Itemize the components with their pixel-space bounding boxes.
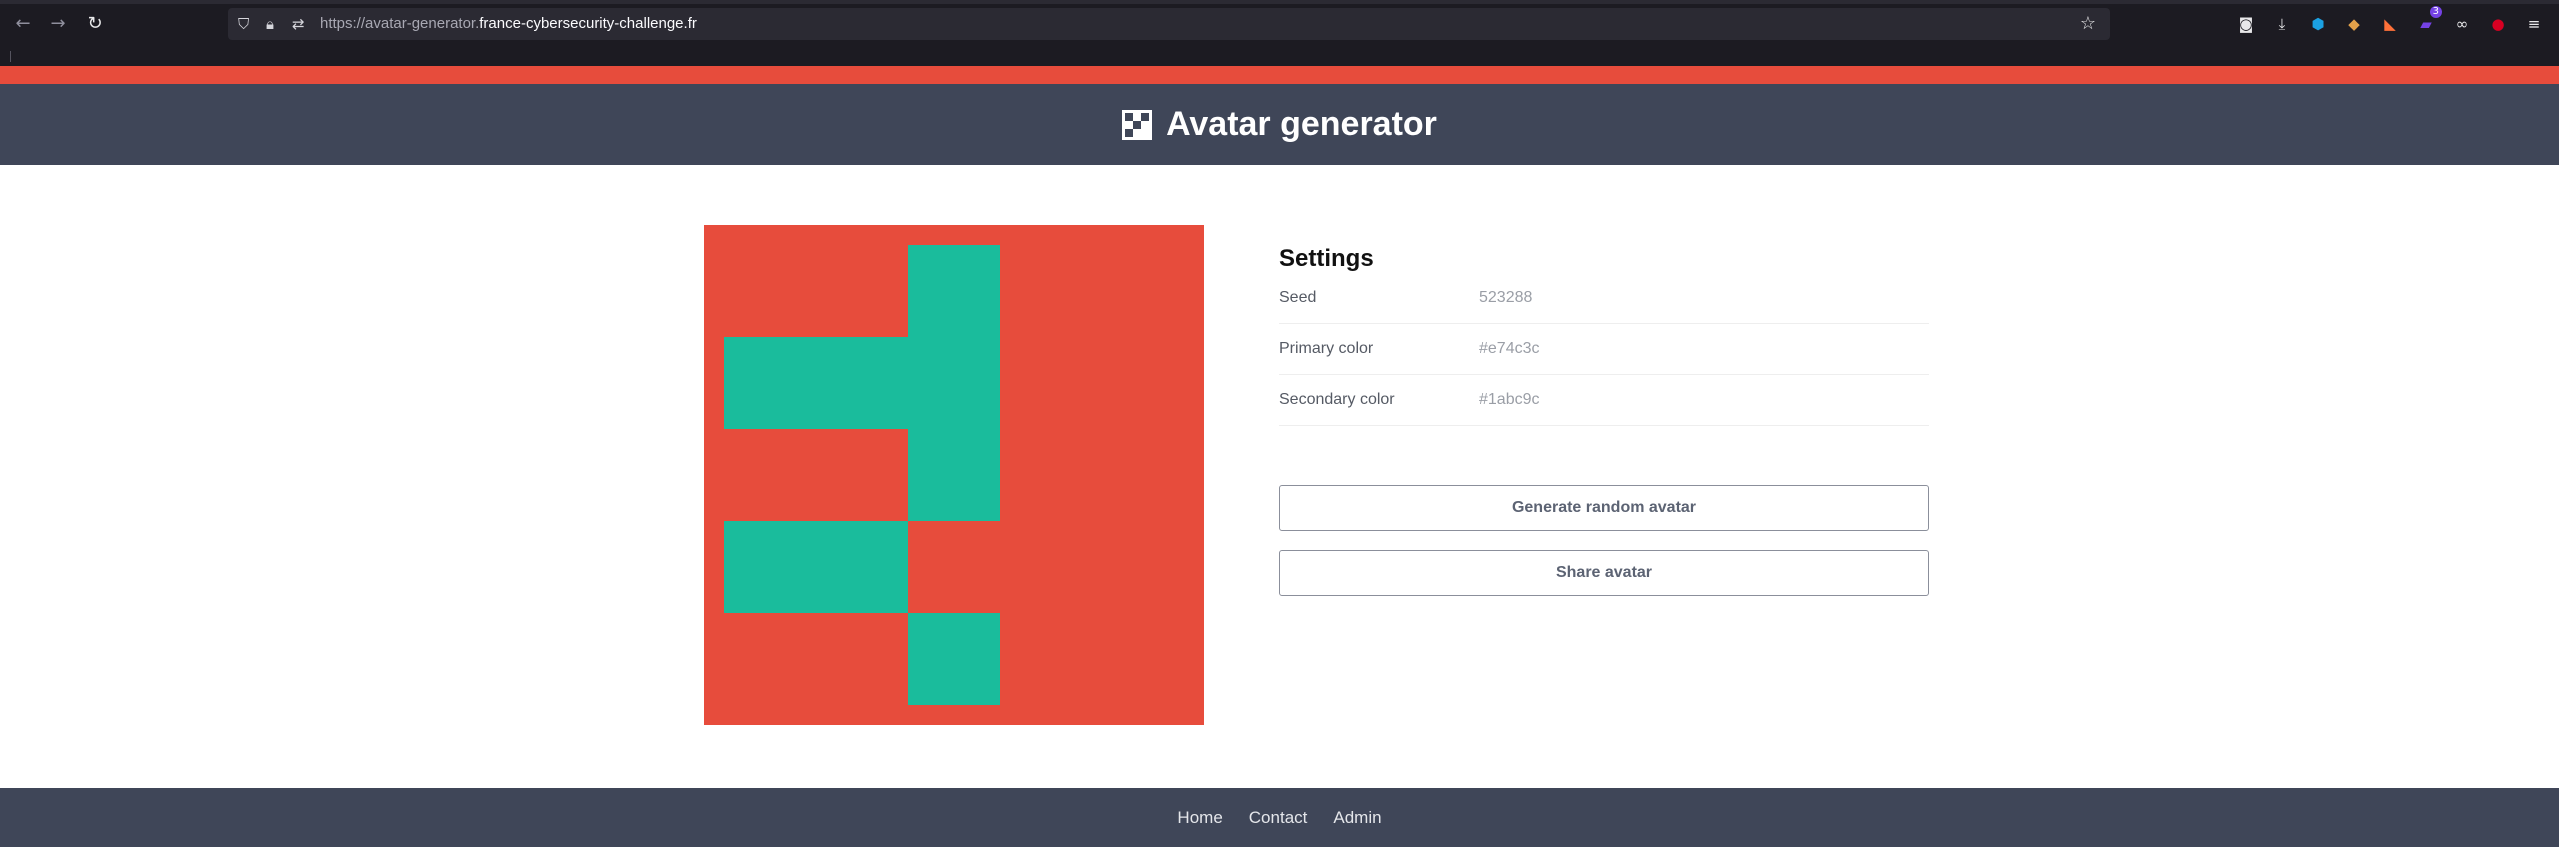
back-icon[interactable]: ←: [12, 13, 34, 35]
forward-icon[interactable]: →: [47, 13, 69, 35]
permissions-icon[interactable]: ⇄: [292, 8, 305, 40]
url-prefix: https://avatar-generator.: [320, 15, 480, 32]
page-title: Avatar generator: [1166, 105, 1437, 143]
extension-drop-icon[interactable]: ●: [2488, 14, 2508, 34]
avatar-logo-icon: [1122, 109, 1153, 140]
avatar-image: [704, 225, 1204, 725]
extension-glasses-icon[interactable]: ∞: [2452, 14, 2472, 34]
address-bar[interactable]: ⛉ 🔒︎ ⇄ https://avatar-generator.france-c…: [228, 8, 2110, 40]
secondary-color-label: Secondary color: [1279, 391, 1395, 408]
url-text[interactable]: https://avatar-generator.france-cybersec…: [320, 8, 697, 40]
extension-cookie-icon[interactable]: ◆: [2344, 14, 2364, 34]
secondary-color-value: #1abc9c: [1479, 391, 1540, 408]
avatar-cell: [816, 521, 908, 613]
tab-strip: [0, 0, 2559, 4]
url-domain: france-cybersecurity-challenge.fr: [479, 15, 697, 32]
bookmarks-separator: [10, 51, 11, 62]
seed-label: Seed: [1279, 289, 1317, 306]
shield-icon[interactable]: ⛉: [238, 8, 249, 40]
footer-link-home[interactable]: Home: [1177, 808, 1222, 828]
settings-row-primary-color: Primary color #e74c3c: [1279, 324, 1929, 375]
menu-icon[interactable]: ≡: [2524, 14, 2544, 34]
generate-random-avatar-button[interactable]: Generate random avatar: [1279, 485, 1929, 531]
pocket-icon[interactable]: ◙: [2236, 14, 2256, 34]
browser-toolbar: ← → ↻ ⛉ 🔒︎ ⇄ https://avatar-generator.fr…: [0, 0, 2559, 48]
extension-hexagon-icon[interactable]: ⬢: [2308, 14, 2328, 34]
bookmark-star-icon[interactable]: ☆: [2080, 8, 2096, 40]
settings-row-secondary-color: Secondary color #1abc9c: [1279, 375, 1929, 426]
download-icon[interactable]: ⤓: [2272, 14, 2292, 34]
avatar-cell: [724, 521, 816, 613]
extension-fox-icon[interactable]: ◣: [2380, 14, 2400, 34]
extension-count-badge: 3: [2429, 6, 2442, 18]
settings-row-seed: Seed 523288: [1279, 273, 1929, 324]
share-avatar-button[interactable]: Share avatar: [1279, 550, 1929, 596]
settings-heading: Settings: [1279, 245, 1374, 272]
footer-link-contact[interactable]: Contact: [1249, 808, 1308, 828]
lock-icon[interactable]: 🔒︎: [266, 8, 274, 40]
avatar-cell: [816, 337, 908, 429]
extension-badge-icon[interactable]: ▰ 3: [2416, 6, 2442, 34]
site-header: Avatar generator: [0, 84, 2559, 165]
reload-icon[interactable]: ↻: [84, 13, 106, 35]
bookmarks-toolbar: [0, 48, 2559, 66]
avatar-cell: [908, 613, 1000, 705]
primary-color-value: #e74c3c: [1479, 340, 1540, 357]
primary-color-label: Primary color: [1279, 340, 1374, 357]
site-footer: Home Contact Admin: [0, 788, 2559, 847]
seed-value: 523288: [1479, 289, 1533, 306]
footer-link-admin[interactable]: Admin: [1333, 808, 1381, 828]
site-title: Avatar generator: [0, 84, 2559, 165]
avatar-cell: [724, 337, 816, 429]
avatar-cell: [908, 245, 1000, 337]
avatar-cell: [908, 429, 1000, 521]
accent-bar: [0, 66, 2559, 84]
avatar-cell: [908, 337, 1000, 429]
